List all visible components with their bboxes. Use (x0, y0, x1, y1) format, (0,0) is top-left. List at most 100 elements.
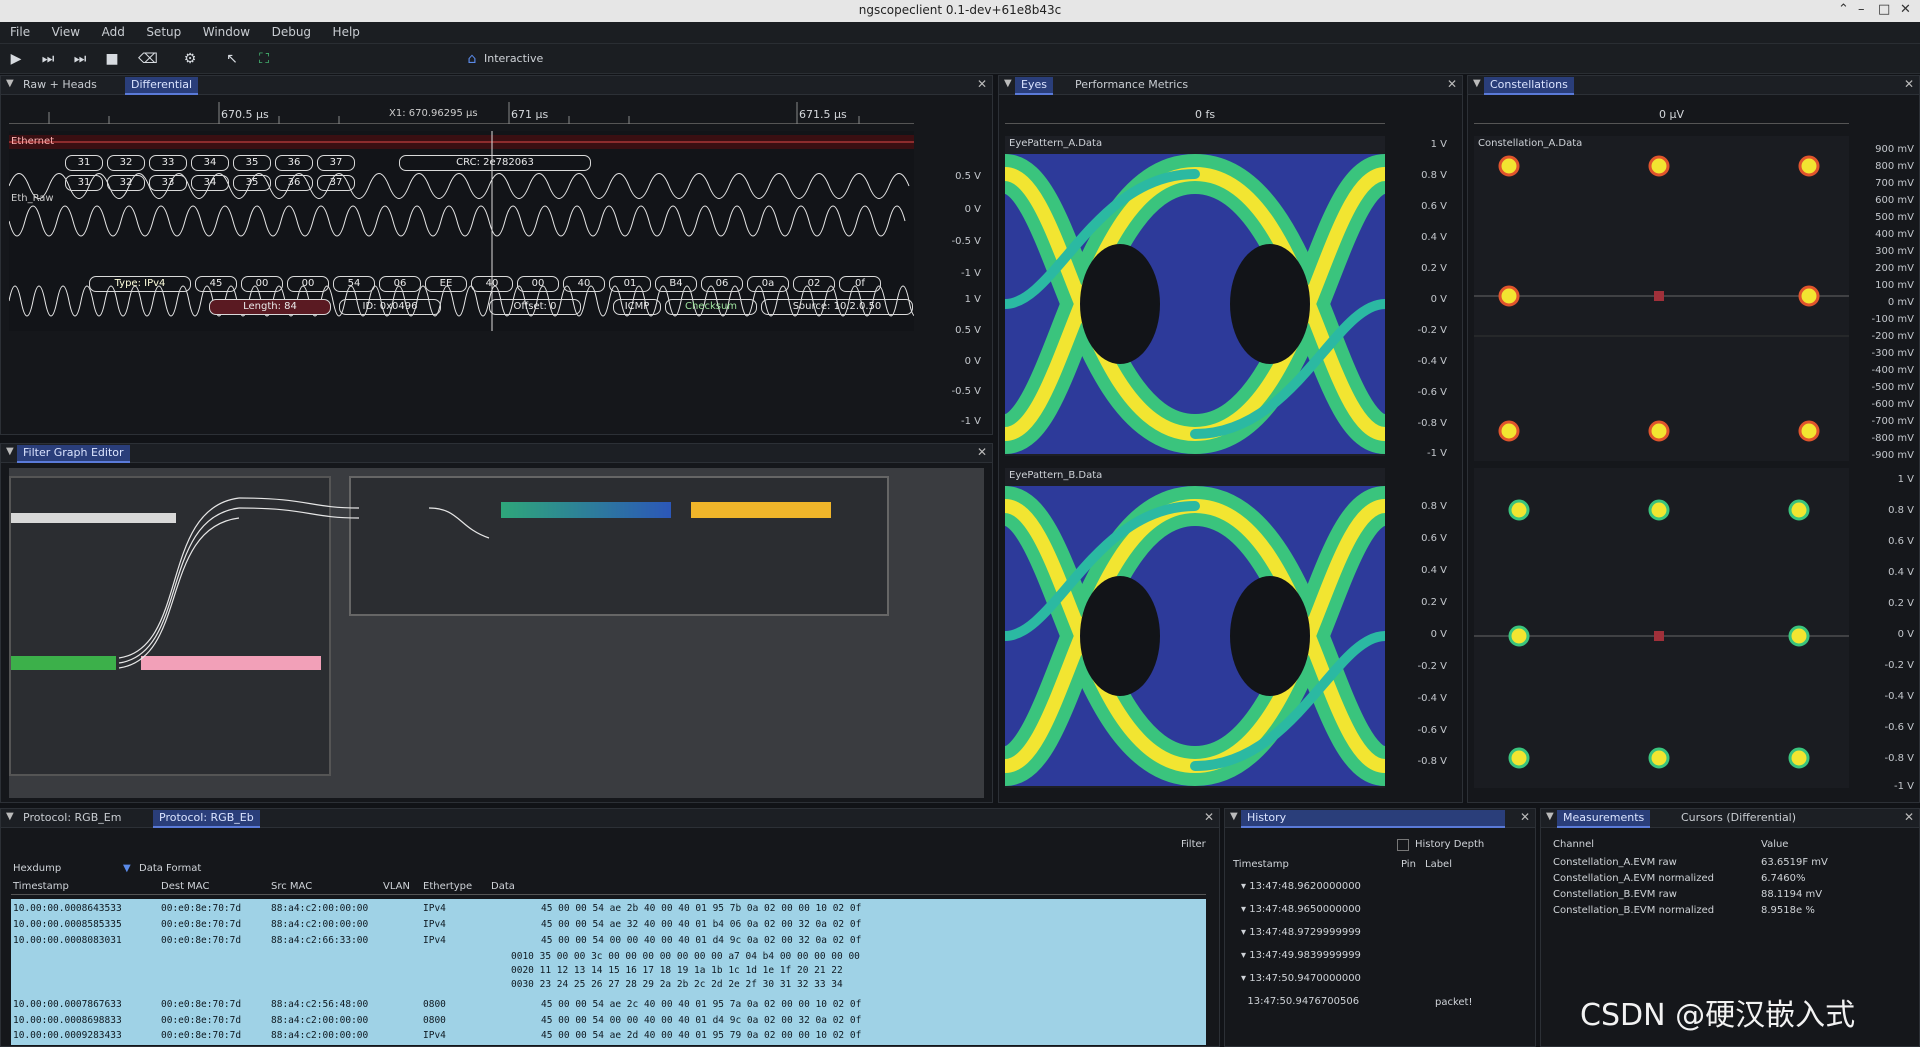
history-entry[interactable]: ▾ 13:47:48.9620000000 (1241, 875, 1361, 898)
constellation-ruler[interactable]: 0 µV (1474, 98, 1849, 124)
window-title: ngscopeclient 0.1-dev+61e8b43c (858, 3, 1062, 17)
close-icon[interactable]: ✕ (1904, 810, 1914, 824)
const-a-y-16: -700 mV (1871, 416, 1914, 427)
history-entry[interactable]: ▾ 13:47:50.9470000000 (1241, 967, 1361, 990)
settings-gear-icon[interactable]: ⚙ (180, 49, 200, 69)
data-format-label[interactable]: Data Format (139, 863, 201, 874)
collapse-icon[interactable]: ▼ (1546, 811, 1554, 822)
tab-eyes[interactable]: Eyes (1015, 77, 1053, 95)
col-ethertype[interactable]: Ethertype (423, 881, 472, 892)
history-entry[interactable]: 13:47:50.9476700506 (1241, 990, 1361, 1013)
table-row[interactable]: 0010 35 00 00 3c 00 00 00 00 00 00 00 a7… (11, 951, 1206, 964)
constellation-a-plot[interactable]: Constellation_A.Data (1474, 136, 1849, 461)
col-value[interactable]: Value (1761, 839, 1788, 850)
protocol-tabs: ▼ Protocol: RGB_Em Protocol: RGB_Eb ✕ (1, 809, 1219, 828)
menu-setup[interactable]: Setup (136, 22, 189, 39)
table-row[interactable]: 0030 23 24 25 26 27 28 29 2a 2b 2c 2d 2e… (11, 979, 1206, 992)
col-src-mac[interactable]: Src MAC (271, 881, 312, 892)
const-a-y-1: 800 mV (1875, 161, 1914, 172)
cell-data: 45 00 00 54 ae 2d 40 00 40 01 95 79 0a 0… (541, 1030, 862, 1041)
label-col[interactable]: Label (1425, 859, 1452, 870)
minimize-window-icon[interactable]: – (1858, 2, 1865, 17)
table-row[interactable]: 10.00:00.0009283433 00:e0:8e:70:7d 88:a4… (11, 1030, 1206, 1043)
menu-help[interactable]: Help (323, 22, 368, 39)
eye-a-plot[interactable]: EyePattern_A.Data (1005, 136, 1385, 456)
menu-file[interactable]: File (0, 22, 38, 39)
stop-icon[interactable]: ■ (102, 49, 122, 69)
tab-performance-metrics[interactable]: Performance Metrics (1069, 77, 1194, 93)
col-dest-mac[interactable]: Dest MAC (161, 881, 209, 892)
tab-differential[interactable]: Differential (125, 77, 199, 95)
proto-byte-4: 54 (333, 276, 375, 292)
table-row[interactable]: 10.00:00.0008698833 00:e0:8e:70:7d 88:a4… (11, 1015, 1206, 1028)
close-icon[interactable]: ✕ (1904, 77, 1914, 91)
tab-cursors[interactable]: Cursors (Differential) (1675, 810, 1802, 826)
channel-label-ethernet[interactable]: Ethernet (11, 136, 54, 147)
timeline-ruler[interactable]: 670.5 µs 671 µs 671.5 µs X1: 670.96295 µ… (9, 98, 914, 124)
menu-debug[interactable]: Debug (262, 22, 319, 39)
constellation-b-plot[interactable] (1474, 468, 1849, 788)
menu-add[interactable]: Add (92, 22, 133, 39)
table-row[interactable]: 0020 11 12 13 14 15 16 17 18 19 1a 1b 1c… (11, 965, 1206, 978)
tab-protocol-eb[interactable]: Protocol: RGB_Eb (153, 810, 260, 828)
filter-graph-canvas[interactable] (9, 468, 984, 798)
collapse-icon[interactable]: ▼ (6, 811, 14, 822)
eye-b-plot[interactable]: EyePattern_B.Data (1005, 468, 1385, 788)
waveform-area-top[interactable]: Ethernet Eth_Raw 31 32 33 34 35 36 37 CR… (8, 131, 958, 401)
menu-view[interactable]: View (42, 22, 88, 39)
history-entry[interactable]: ▾ 13:47:48.9650000000 (1241, 898, 1361, 921)
close-icon[interactable]: ✕ (977, 77, 987, 91)
force-trigger-icon[interactable]: ⏭ (70, 49, 90, 69)
close-window-icon[interactable]: ✕ (1900, 2, 1911, 17)
pin-col[interactable]: Pin (1401, 859, 1416, 870)
run-icon[interactable]: ▶ (6, 49, 26, 69)
eye-time-ruler[interactable]: 0 fs (1005, 98, 1385, 124)
proto-icmp: ICMP (613, 299, 661, 315)
single-trigger-icon[interactable]: ⏭ (38, 49, 58, 69)
col-channel[interactable]: Channel (1553, 839, 1594, 850)
tab-constellations[interactable]: Constellations (1484, 77, 1574, 95)
menu-window[interactable]: Window (193, 22, 258, 39)
waveform-tabs: ▼ Raw + Heads Differential ✕ (1, 76, 992, 95)
collapse-icon[interactable]: ▼ (6, 446, 14, 457)
collapse-icon[interactable]: ▼ (1004, 78, 1012, 89)
table-row[interactable]: 10.00:00.0008083031 00:e0:8e:70:7d 88:a4… (11, 935, 1206, 948)
table-row[interactable]: 10.00:00.0008643533 00:e0:8e:70:7d 88:a4… (11, 903, 1206, 916)
history-entry[interactable]: ▾ 13:47:48.9729999999 (1241, 921, 1361, 944)
symbol-b-6: 37 (317, 175, 355, 191)
fullscreen-icon[interactable]: ⛶ (254, 49, 274, 69)
collapse-icon[interactable]: ▼ (1230, 811, 1238, 822)
close-icon[interactable]: ✕ (1204, 810, 1214, 824)
cell-timestamp: 10.00:00.0007867633 (13, 999, 122, 1010)
minimize-icon[interactable]: ⌃ (1838, 2, 1849, 17)
clear-icon[interactable]: ⌫ (138, 49, 158, 69)
hexdump-label[interactable]: Hexdump (13, 863, 61, 874)
collapse-icon[interactable]: ▼ (1473, 78, 1481, 89)
col-data[interactable]: Data (491, 881, 515, 892)
channel-label-raw-1[interactable]: Eth_Raw (11, 193, 54, 204)
close-icon[interactable]: ✕ (1520, 810, 1530, 824)
history-label-note[interactable]: packet! (1435, 997, 1473, 1008)
tab-filter-graph[interactable]: Filter Graph Editor (17, 445, 130, 463)
tab-protocol-em[interactable]: Protocol: RGB_Em (17, 810, 127, 826)
filter-label[interactable]: Filter (1181, 839, 1206, 850)
history-entry[interactable]: ▾ 13:47:49.9839999999 (1241, 944, 1361, 967)
cell-dest-mac: 00:e0:8e:70:7d (161, 919, 242, 930)
data-format-icon[interactable]: ▼ (123, 863, 131, 874)
cell-dest-mac: 00:e0:8e:70:7d (161, 1030, 242, 1041)
table-row[interactable]: 10.00:00.0007867633 00:e0:8e:70:7d 88:a4… (11, 999, 1206, 1012)
maximize-icon[interactable]: □ (1878, 2, 1890, 17)
tab-raw-heads[interactable]: Raw + Heads (17, 77, 103, 93)
table-row[interactable]: 10.00:00.0008585335 00:e0:8e:70:7d 88:a4… (11, 919, 1206, 932)
tab-history[interactable]: History (1241, 810, 1505, 828)
close-icon[interactable]: ✕ (1447, 77, 1457, 91)
constellation-tick: 0 µV (1659, 108, 1685, 121)
timestamp-col[interactable]: Timestamp (1233, 859, 1289, 870)
history-depth-box[interactable] (1397, 839, 1409, 851)
col-timestamp[interactable]: Timestamp (13, 881, 69, 892)
tab-measurements[interactable]: Measurements (1557, 810, 1651, 828)
close-icon[interactable]: ✕ (977, 445, 987, 459)
col-vlan[interactable]: VLAN (383, 881, 410, 892)
cursor-icon[interactable]: ↖ (222, 49, 242, 69)
collapse-icon[interactable]: ▼ (6, 78, 14, 89)
